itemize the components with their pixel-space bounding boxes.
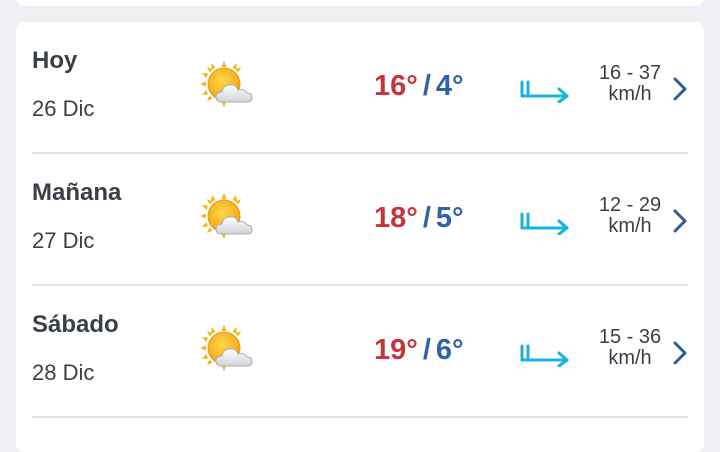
wind-arrow-icon (519, 79, 573, 103)
wind-unit: km/h (608, 83, 652, 105)
temperature-range: 19°/6° (374, 334, 464, 367)
forecast-card: Hoy 26 Dic 16°/4° 16 - 37 km/h Mañana 27… (16, 22, 704, 452)
temperature-separator: / (422, 334, 431, 366)
temperature-separator: / (422, 70, 431, 102)
forecast-row-saturday[interactable]: Sábado 28 Dic 19°/6° 15 - 36 km/h (32, 286, 688, 418)
day-date: 26 Dic (32, 96, 95, 121)
partly-cloudy-sun-icon (200, 192, 260, 244)
divider (32, 416, 688, 418)
forecast-row-tomorrow[interactable]: Mañana 27 Dic 18°/5° 12 - 29 km/h (32, 154, 688, 286)
max-temperature: 18° (374, 202, 418, 234)
chevron-right-icon[interactable] (672, 76, 688, 102)
wind-arrow-icon (519, 211, 573, 235)
wind-range: 15 - 36 (598, 326, 662, 348)
chevron-right-icon[interactable] (672, 208, 688, 234)
temperature-range: 16°/4° (374, 70, 464, 103)
temperature-separator: / (422, 202, 431, 234)
day-date: 28 Dic (32, 360, 95, 385)
chevron-right-icon[interactable] (672, 340, 688, 366)
min-temperature: 4° (435, 70, 464, 102)
max-temperature: 19° (374, 334, 418, 366)
max-temperature: 16° (374, 70, 418, 102)
wind-speed: 12 - 29 km/h (580, 195, 680, 237)
wind-unit: km/h (608, 347, 652, 369)
wind-unit: km/h (608, 215, 652, 237)
wind-speed: 15 - 36 km/h (580, 327, 680, 369)
wind-arrow-icon (519, 343, 573, 367)
day-name: Sábado (32, 311, 119, 338)
day-name: Mañana (32, 179, 122, 206)
temperature-range: 18°/5° (374, 202, 464, 235)
wind-range: 12 - 29 (598, 194, 662, 216)
partly-cloudy-sun-icon (200, 324, 260, 376)
forecast-row-today[interactable]: Hoy 26 Dic 16°/4° 16 - 37 km/h (32, 22, 688, 154)
partly-cloudy-sun-icon (200, 60, 260, 112)
min-temperature: 5° (435, 202, 464, 234)
day-date: 27 Dic (32, 228, 95, 253)
min-temperature: 6° (435, 334, 464, 366)
day-name: Hoy (32, 47, 78, 74)
wind-range: 16 - 37 (598, 62, 662, 84)
previous-card (16, 0, 704, 6)
wind-speed: 16 - 37 km/h (580, 63, 680, 105)
